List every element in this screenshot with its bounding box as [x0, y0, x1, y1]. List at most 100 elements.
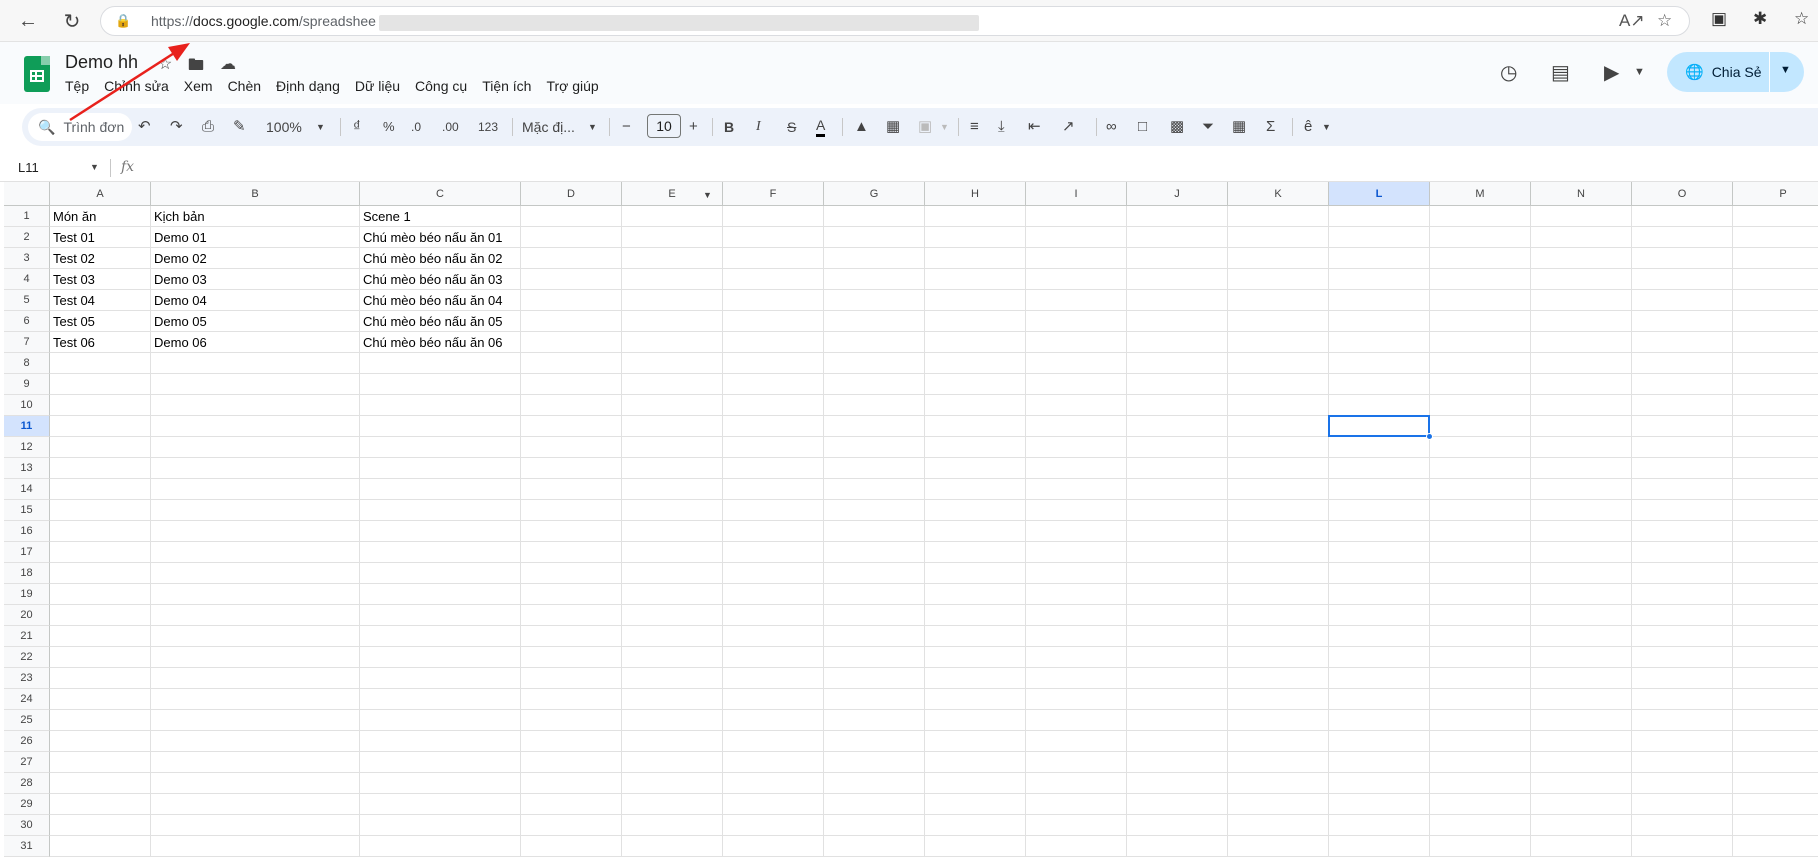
cell-c1[interactable]: Scene 1	[360, 206, 521, 227]
cell-h19[interactable]	[925, 584, 1026, 605]
cell-e16[interactable]	[622, 521, 723, 542]
cell-j11[interactable]	[1127, 416, 1228, 437]
cell-m12[interactable]	[1430, 437, 1531, 458]
text-color-button[interactable]: A	[816, 117, 826, 137]
cell-g6[interactable]	[824, 311, 925, 332]
cell-b3[interactable]: Demo 02	[151, 248, 360, 269]
select-all-corner[interactable]	[4, 182, 50, 206]
cell-m20[interactable]	[1430, 605, 1531, 626]
version-history-icon[interactable]: ◷	[1500, 60, 1517, 85]
cell-d5[interactable]	[521, 290, 622, 311]
insert-link-icon[interactable]: ∞	[1106, 117, 1117, 137]
cell-c25[interactable]	[360, 710, 521, 731]
cell-n2[interactable]	[1531, 227, 1632, 248]
cell-c2[interactable]: Chú mèo béo nấu ăn 01	[360, 227, 521, 248]
cell-i9[interactable]	[1026, 374, 1127, 395]
cell-m16[interactable]	[1430, 521, 1531, 542]
cell-o17[interactable]	[1632, 542, 1733, 563]
cell-h12[interactable]	[925, 437, 1026, 458]
row-header-17[interactable]: 17	[4, 542, 50, 563]
cell-p30[interactable]	[1733, 815, 1818, 836]
text-wrapping-icon[interactable]: ⇤	[1028, 117, 1041, 137]
bold-button[interactable]: B	[724, 117, 734, 137]
row-header-9[interactable]: 9	[4, 374, 50, 395]
font-size-input[interactable]: 10	[647, 114, 681, 138]
row-header-29[interactable]: 29	[4, 794, 50, 815]
cell-i12[interactable]	[1026, 437, 1127, 458]
cell-h23[interactable]	[925, 668, 1026, 689]
cell-a30[interactable]	[50, 815, 151, 836]
cell-m27[interactable]	[1430, 752, 1531, 773]
insert-comment-icon[interactable]: □	[1138, 117, 1147, 137]
cell-m9[interactable]	[1430, 374, 1531, 395]
row-header-15[interactable]: 15	[4, 500, 50, 521]
cell-f30[interactable]	[723, 815, 824, 836]
cell-b16[interactable]	[151, 521, 360, 542]
column-header-m[interactable]: M	[1430, 182, 1531, 206]
row-header-16[interactable]: 16	[4, 521, 50, 542]
cell-h1[interactable]	[925, 206, 1026, 227]
cell-b27[interactable]	[151, 752, 360, 773]
row-header-27[interactable]: 27	[4, 752, 50, 773]
cell-l4[interactable]	[1329, 269, 1430, 290]
italic-button[interactable]: I	[756, 117, 761, 137]
filter-icon[interactable]: ⏷	[1202, 117, 1214, 137]
cell-l16[interactable]	[1329, 521, 1430, 542]
cell-g25[interactable]	[824, 710, 925, 731]
cell-g8[interactable]	[824, 353, 925, 374]
cell-n23[interactable]	[1531, 668, 1632, 689]
cell-m11[interactable]	[1430, 416, 1531, 437]
cell-j2[interactable]	[1127, 227, 1228, 248]
cell-f13[interactable]	[723, 458, 824, 479]
meet-camera-icon[interactable]: ▶	[1604, 60, 1619, 85]
cell-g15[interactable]	[824, 500, 925, 521]
cell-b19[interactable]	[151, 584, 360, 605]
cell-a13[interactable]	[50, 458, 151, 479]
cell-d8[interactable]	[521, 353, 622, 374]
cell-p9[interactable]	[1733, 374, 1818, 395]
cell-g19[interactable]	[824, 584, 925, 605]
cell-i21[interactable]	[1026, 626, 1127, 647]
cell-j15[interactable]	[1127, 500, 1228, 521]
cell-f7[interactable]	[723, 332, 824, 353]
cell-n25[interactable]	[1531, 710, 1632, 731]
cell-h5[interactable]	[925, 290, 1026, 311]
column-header-c[interactable]: C	[360, 182, 521, 206]
cell-n20[interactable]	[1531, 605, 1632, 626]
cell-k17[interactable]	[1228, 542, 1329, 563]
cell-k6[interactable]	[1228, 311, 1329, 332]
cell-k5[interactable]	[1228, 290, 1329, 311]
cell-e8[interactable]	[622, 353, 723, 374]
cell-c18[interactable]	[360, 563, 521, 584]
cell-c27[interactable]	[360, 752, 521, 773]
cell-m25[interactable]	[1430, 710, 1531, 731]
cell-k31[interactable]	[1228, 836, 1329, 857]
cell-e2[interactable]	[622, 227, 723, 248]
cell-d20[interactable]	[521, 605, 622, 626]
cell-n10[interactable]	[1531, 395, 1632, 416]
row-header-14[interactable]: 14	[4, 479, 50, 500]
input-tools-chevron-icon[interactable]: ▼	[1322, 117, 1331, 137]
cell-g26[interactable]	[824, 731, 925, 752]
cell-e7[interactable]	[622, 332, 723, 353]
cell-l23[interactable]	[1329, 668, 1430, 689]
cell-e5[interactable]	[622, 290, 723, 311]
cell-d29[interactable]	[521, 794, 622, 815]
cell-i19[interactable]	[1026, 584, 1127, 605]
cell-b29[interactable]	[151, 794, 360, 815]
cell-l31[interactable]	[1329, 836, 1430, 857]
cell-g22[interactable]	[824, 647, 925, 668]
functions-button[interactable]: Σ	[1266, 117, 1275, 137]
cell-h10[interactable]	[925, 395, 1026, 416]
star-icon[interactable]: ☆	[1657, 11, 1672, 31]
column-header-o[interactable]: O	[1632, 182, 1733, 206]
cell-b11[interactable]	[151, 416, 360, 437]
cell-m10[interactable]	[1430, 395, 1531, 416]
cell-e10[interactable]	[622, 395, 723, 416]
cell-f26[interactable]	[723, 731, 824, 752]
cell-i11[interactable]	[1026, 416, 1127, 437]
cell-a22[interactable]	[50, 647, 151, 668]
cell-m22[interactable]	[1430, 647, 1531, 668]
cell-d18[interactable]	[521, 563, 622, 584]
cell-f6[interactable]	[723, 311, 824, 332]
